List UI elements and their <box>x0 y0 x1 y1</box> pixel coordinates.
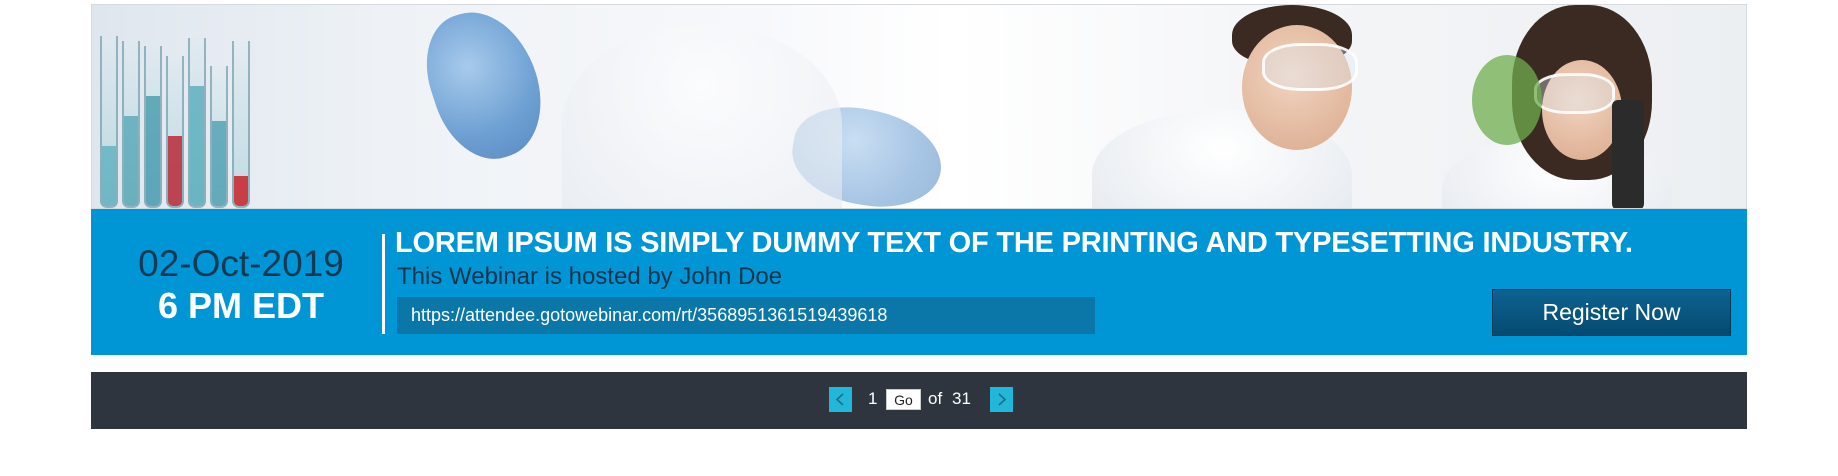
go-button[interactable]: Go <box>886 389 921 410</box>
webinar-card: 02-Oct-2019 6 PM EDT LOREM IPSUM IS SIMP… <box>91 4 1747 355</box>
banner-image <box>91 4 1747 209</box>
chevron-left-icon <box>835 393 844 406</box>
chevron-right-icon <box>998 393 1007 406</box>
of-label: of <box>928 389 943 408</box>
event-time: 6 PM EDT <box>157 285 325 326</box>
total-pages: 31 <box>952 389 971 408</box>
event-info-bar: 02-Oct-2019 6 PM EDT LOREM IPSUM IS SIMP… <box>91 209 1747 355</box>
pagination-bar: 1 Go of 31 <box>91 372 1747 429</box>
host-text: This Webinar is hosted by John Doe <box>397 263 783 290</box>
webinar-url[interactable]: https://attendee.gotowebinar.com/rt/3568… <box>397 297 1095 334</box>
event-date: 02-Oct-2019 <box>138 243 344 284</box>
divider <box>382 234 385 334</box>
prev-page-button[interactable] <box>829 387 852 412</box>
register-button[interactable]: Register Now <box>1492 289 1731 336</box>
next-page-button[interactable] <box>990 387 1013 412</box>
event-title: LOREM IPSUM IS SIMPLY DUMMY TEXT OF THE … <box>395 227 1633 259</box>
current-page: 1 <box>868 389 878 408</box>
